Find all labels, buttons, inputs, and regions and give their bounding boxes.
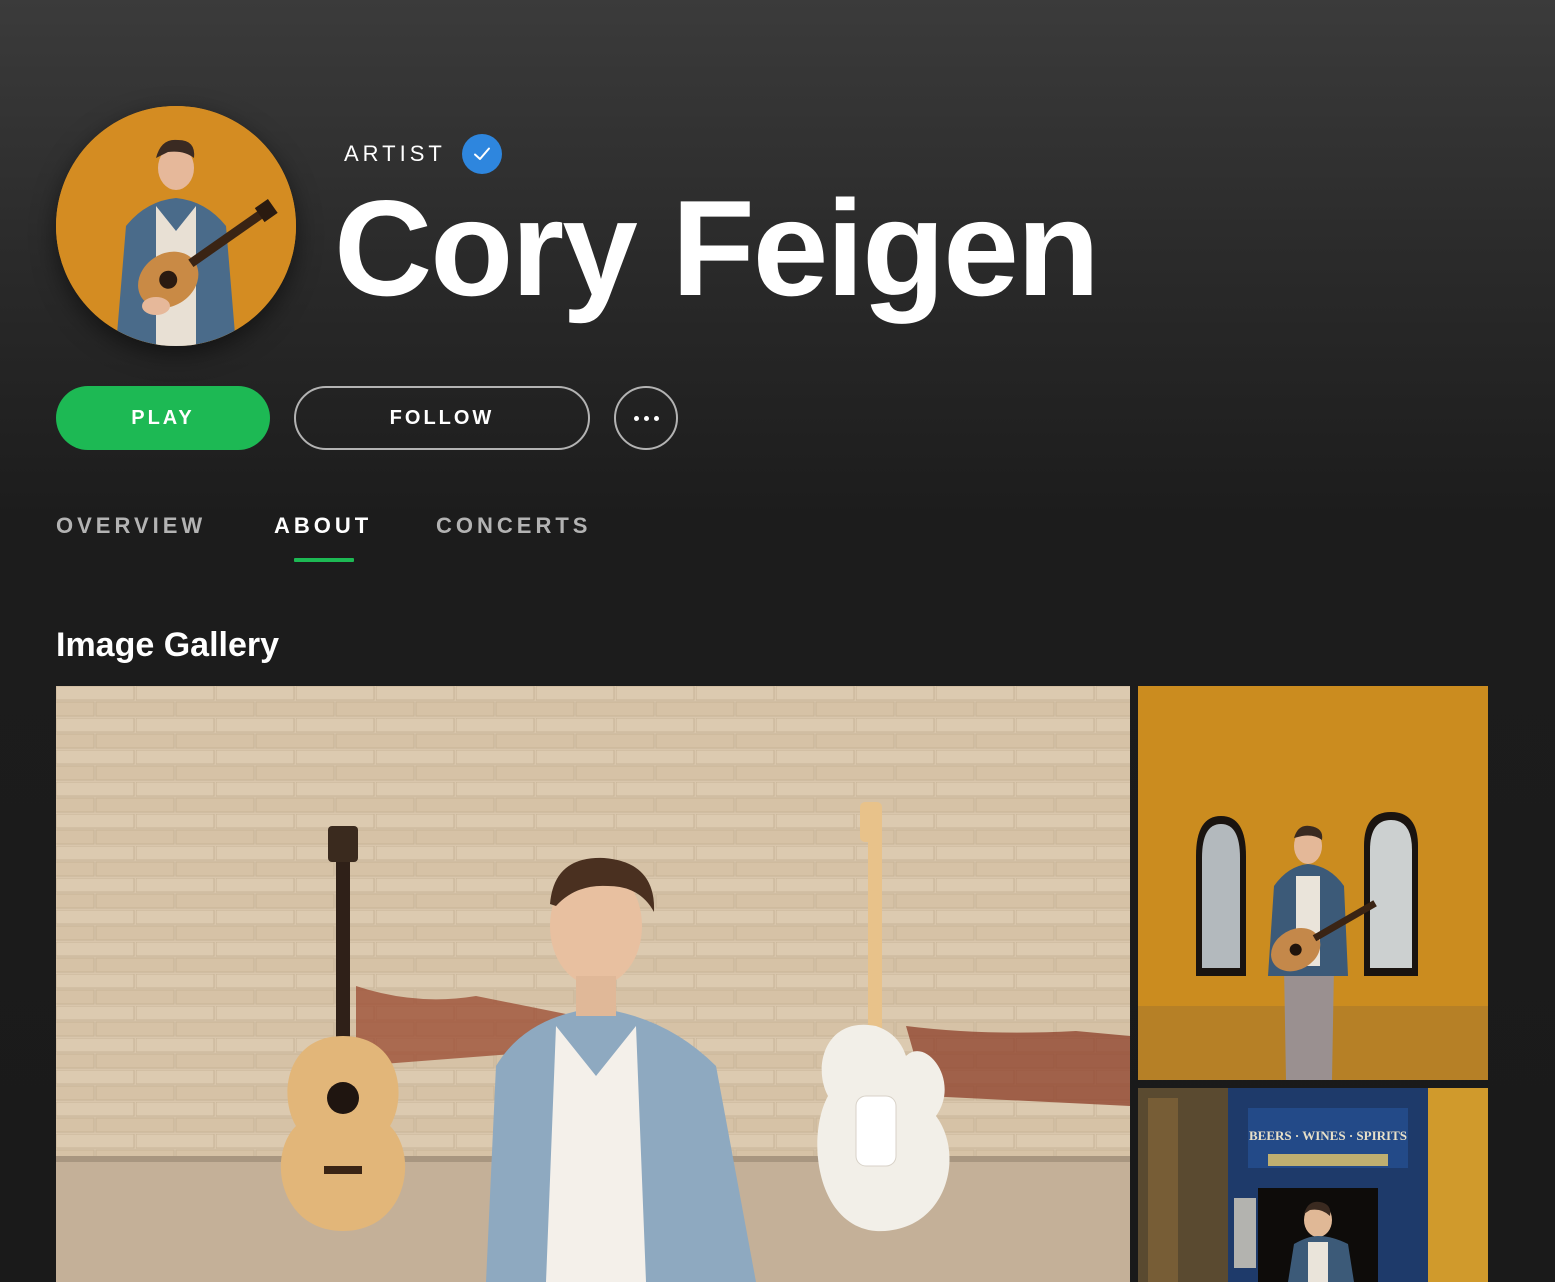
tab-overview[interactable]: OVERVIEW (56, 510, 206, 542)
more-dot (643, 415, 649, 421)
gallery-image-pub-storefront[interactable]: BEERS · WINES · SPIRITS (1138, 1088, 1488, 1282)
checkmark-icon (473, 147, 490, 160)
more-options-button[interactable] (614, 386, 678, 450)
gallery-image-main[interactable] (56, 686, 1130, 1282)
follow-button[interactable]: FOLLOW (294, 386, 590, 450)
more-horizontal-icon (633, 415, 639, 421)
photo-pub-storefront-icon: BEERS · WINES · SPIRITS (1138, 1088, 1488, 1282)
pub-sign-text: BEERS · WINES · SPIRITS (1249, 1128, 1407, 1143)
artist-page: ARTIST Cory Feigen PLAY FOLLOW OVERVIEW … (0, 0, 1555, 1282)
avatar-photo (56, 106, 296, 346)
play-button[interactable]: PLAY (56, 386, 270, 450)
gallery-title: Image Gallery (56, 626, 280, 664)
photo-yellow-wall-windows-icon (1138, 686, 1488, 1080)
tab-concerts[interactable]: CONCERTS (436, 510, 591, 542)
artist-type-label: ARTIST (344, 141, 446, 166)
photo-guitars-brick-wall-icon (56, 686, 1130, 1282)
artist-name: Cory Feigen (334, 172, 1100, 324)
active-tab-indicator (294, 558, 354, 562)
gallery-image-yellow-wall[interactable] (1138, 686, 1488, 1080)
tab-about[interactable]: ABOUT (274, 510, 372, 542)
more-dot (653, 415, 659, 421)
artist-avatar (56, 106, 296, 346)
